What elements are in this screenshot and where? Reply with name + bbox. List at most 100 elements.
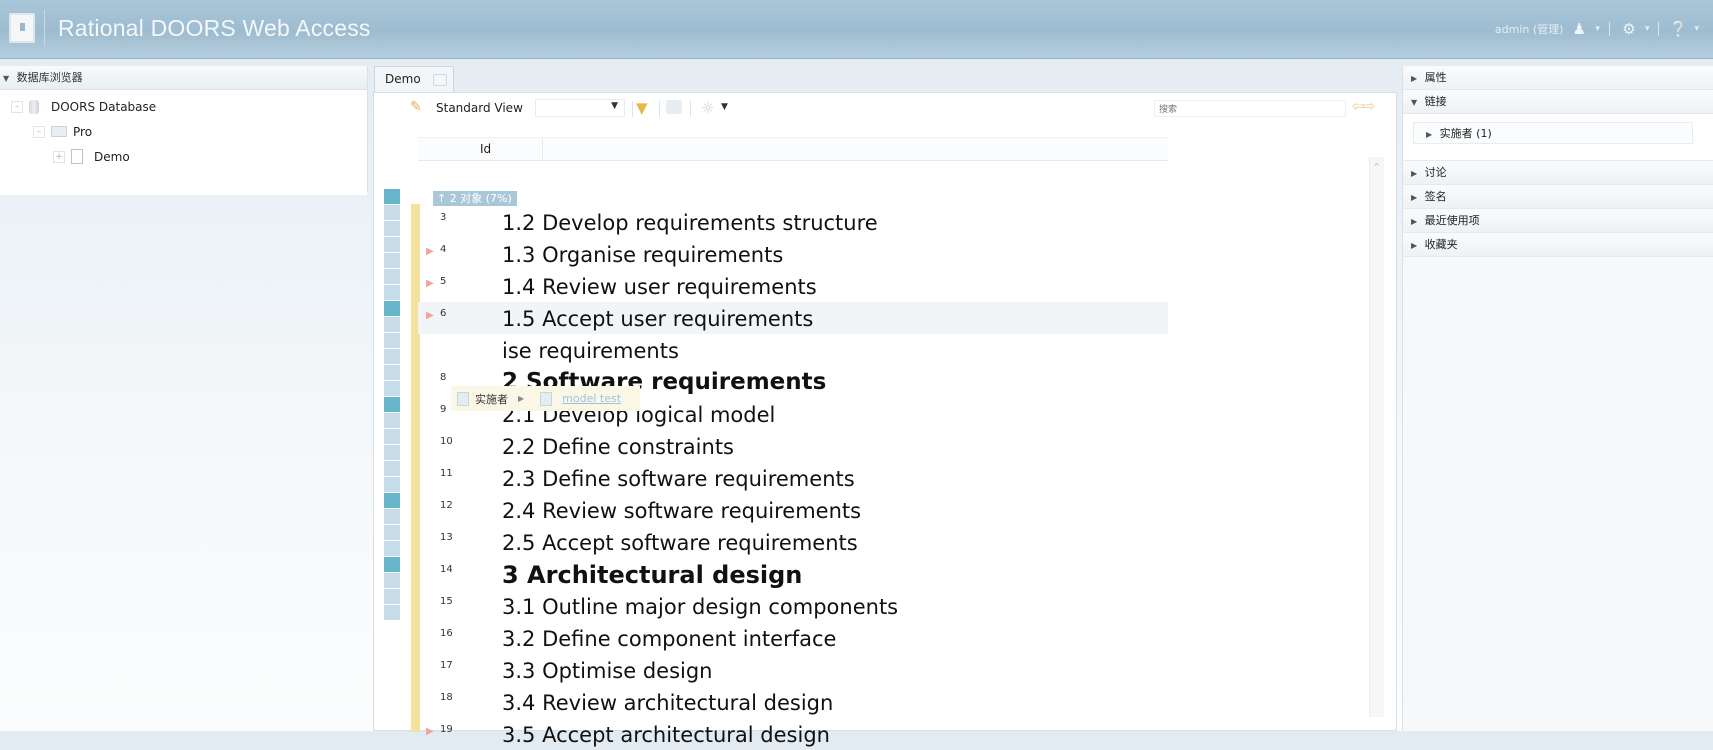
change-bar-cell (384, 525, 400, 540)
section-favorites[interactable]: ▶ 收藏夹 (1403, 233, 1713, 257)
table-row[interactable]: ▶ 19 3.5 Accept architectural design (418, 718, 1168, 750)
table-row[interactable]: ▶ 6 1.5 Accept user requirements (418, 302, 1168, 334)
header-divider (1658, 22, 1660, 36)
section-label: 链接 (1424, 95, 1447, 108)
row-text[interactable]: 3.5 Accept architectural design (502, 723, 830, 747)
change-bar-cell (384, 541, 400, 556)
row-text[interactable]: ise requirements (502, 339, 679, 363)
row-id: 12 (440, 500, 453, 511)
links-item-label: 实施者 (1) (1439, 127, 1492, 140)
row-id: 4 (440, 244, 447, 255)
row-text[interactable]: 1.5 Accept user requirements (502, 307, 813, 331)
row-text[interactable]: 3.1 Outline major design components (502, 595, 898, 619)
table-row[interactable]: 12 2.4 Review software requirements (418, 494, 1168, 526)
table-row[interactable]: 11 2.3 Define software requirements (418, 462, 1168, 494)
header-separator (44, 10, 45, 46)
expand-triangle-icon[interactable]: ▶ (1426, 130, 1432, 139)
display-options-icon[interactable]: ☼ (701, 99, 714, 117)
column-header-id[interactable]: Id (480, 142, 491, 156)
chevron-down-icon: ▼ (611, 101, 618, 111)
change-bar-cell (384, 317, 400, 332)
expand-triangle-icon[interactable]: ▶ (1411, 217, 1417, 226)
view-select[interactable]: ▼ (535, 99, 625, 117)
expand-triangle-icon[interactable]: ▶ (1411, 193, 1417, 202)
user-name[interactable]: admin (管理) (1495, 21, 1564, 37)
tree-toggle-icon[interactable]: + (53, 150, 65, 163)
section-recent-items[interactable]: ▶ 最近使用项 (1403, 209, 1713, 233)
doors-logo-icon (9, 13, 35, 43)
toolbar-divider (659, 101, 660, 117)
row-text[interactable]: 3.3 Optimise design (502, 659, 713, 683)
tree-item-doors-database[interactable]: – DOORS Database (0, 94, 367, 119)
table-row[interactable]: 17 3.3 Optimise design (418, 654, 1168, 686)
table-row[interactable]: 10 2.2 Define constraints (418, 430, 1168, 462)
database-explorer-header[interactable]: ▼ 数据库浏览器 (0, 66, 367, 90)
chevron-down-icon[interactable]: ▾ (1595, 24, 1600, 34)
link-marker-icon[interactable]: ▶ (426, 278, 434, 289)
expand-triangle-icon[interactable]: ▶ (1411, 74, 1417, 83)
tree-toggle-icon[interactable]: – (11, 100, 23, 113)
row-text[interactable]: 1.2 Develop requirements structure (502, 211, 878, 235)
sort-icon[interactable] (666, 100, 682, 114)
row-text[interactable]: 2.5 Accept software requirements (502, 531, 858, 555)
tree-item-demo[interactable]: + Demo (0, 144, 367, 169)
grid-scrollbar[interactable]: ⌃ (1369, 157, 1384, 717)
section-attributes[interactable]: ▶ 属性 (1403, 66, 1713, 90)
search-nav-arrows-icon[interactable]: ⇦⇨ (1352, 97, 1375, 115)
database-explorer-panel: ▼ 数据库浏览器 – DOORS Database – Pro + Demo (0, 66, 368, 195)
tab-demo[interactable]: Demo (374, 66, 454, 92)
gear-icon[interactable]: ⚙ (1619, 20, 1639, 38)
view-name: Standard View (436, 101, 523, 115)
link-marker-icon[interactable]: ▶ (426, 310, 434, 321)
help-icon[interactable]: ❔ (1668, 20, 1688, 38)
table-row[interactable]: ▶ 4 1.3 Organise requirements (418, 238, 1168, 270)
chevron-down-icon[interactable]: ▼ (721, 102, 728, 112)
tab-options-icon[interactable] (433, 73, 448, 86)
change-bar-cell (384, 605, 400, 620)
table-row[interactable]: ▶ 5 1.4 Review user requirements (418, 270, 1168, 302)
search-input[interactable] (1154, 100, 1346, 117)
tree-item-pro[interactable]: – Pro (0, 119, 367, 144)
table-row[interactable]: 15 3.1 Outline major design components (418, 590, 1168, 622)
links-implementer-item[interactable]: ▶ 实施者 (1) (1413, 122, 1693, 144)
expand-triangle-icon[interactable]: ▶ (1411, 241, 1417, 250)
filter-icon[interactable]: ▼ (636, 99, 648, 117)
tree-toggle-icon[interactable]: – (33, 125, 45, 138)
section-label: 讨论 (1424, 166, 1447, 179)
change-bar-column (384, 189, 401, 620)
section-label: 签名 (1424, 190, 1447, 203)
collapse-triangle-icon[interactable]: ▼ (3, 74, 9, 83)
table-row[interactable]: 14 3 Architectural design (418, 558, 1168, 590)
users-icon[interactable]: ♟ (1569, 20, 1589, 38)
row-text[interactable]: 3.2 Define component interface (502, 627, 836, 651)
scroll-up-icon[interactable]: ⌃ (1372, 161, 1381, 174)
table-row[interactable]: 16 3.2 Define component interface (418, 622, 1168, 654)
link-marker-icon[interactable]: ▶ (426, 246, 434, 257)
table-row[interactable]: 13 2.5 Accept software requirements (418, 526, 1168, 558)
table-row[interactable]: ise requirements (418, 334, 1168, 366)
row-id: 19 (440, 724, 453, 735)
collapse-triangle-icon[interactable]: ▼ (1411, 98, 1417, 107)
link-target-link[interactable]: model test (562, 392, 621, 405)
expand-triangle-icon[interactable]: ▶ (1411, 169, 1417, 178)
section-discussion[interactable]: ▶ 讨论 (1403, 161, 1713, 185)
table-row[interactable]: 18 3.4 Review architectural design (418, 686, 1168, 718)
row-text[interactable]: 3 Architectural design (502, 561, 802, 589)
row-text[interactable]: 2.4 Review software requirements (502, 499, 861, 523)
row-text[interactable]: 1.4 Review user requirements (502, 275, 817, 299)
toolbar-divider (690, 101, 691, 117)
row-text[interactable]: 3.4 Review architectural design (502, 691, 833, 715)
view-icon: ✎ (410, 99, 422, 115)
row-text[interactable]: 2.2 Define constraints (502, 435, 734, 459)
section-signatures[interactable]: ▶ 签名 (1403, 185, 1713, 209)
chevron-down-icon[interactable]: ▾ (1645, 24, 1650, 34)
row-text[interactable]: 1.3 Organise requirements (502, 243, 783, 267)
group-header[interactable]: ↑ 2 对象 (7%) (433, 191, 517, 206)
row-text[interactable]: 2.3 Define software requirements (502, 467, 855, 491)
chevron-down-icon[interactable]: ▾ (1694, 24, 1699, 34)
table-row[interactable]: 3 1.2 Develop requirements structure (418, 206, 1168, 238)
section-links[interactable]: ▼ 链接 (1403, 90, 1713, 114)
properties-panel: ▶ 属性 ▼ 链接 ▶ 实施者 (1) ▶ 讨论 ▶ 签名 ▶ 最近使用项 ▶ … (1402, 66, 1713, 731)
change-bar-cell (384, 381, 400, 396)
link-marker-icon[interactable]: ▶ (426, 726, 434, 737)
